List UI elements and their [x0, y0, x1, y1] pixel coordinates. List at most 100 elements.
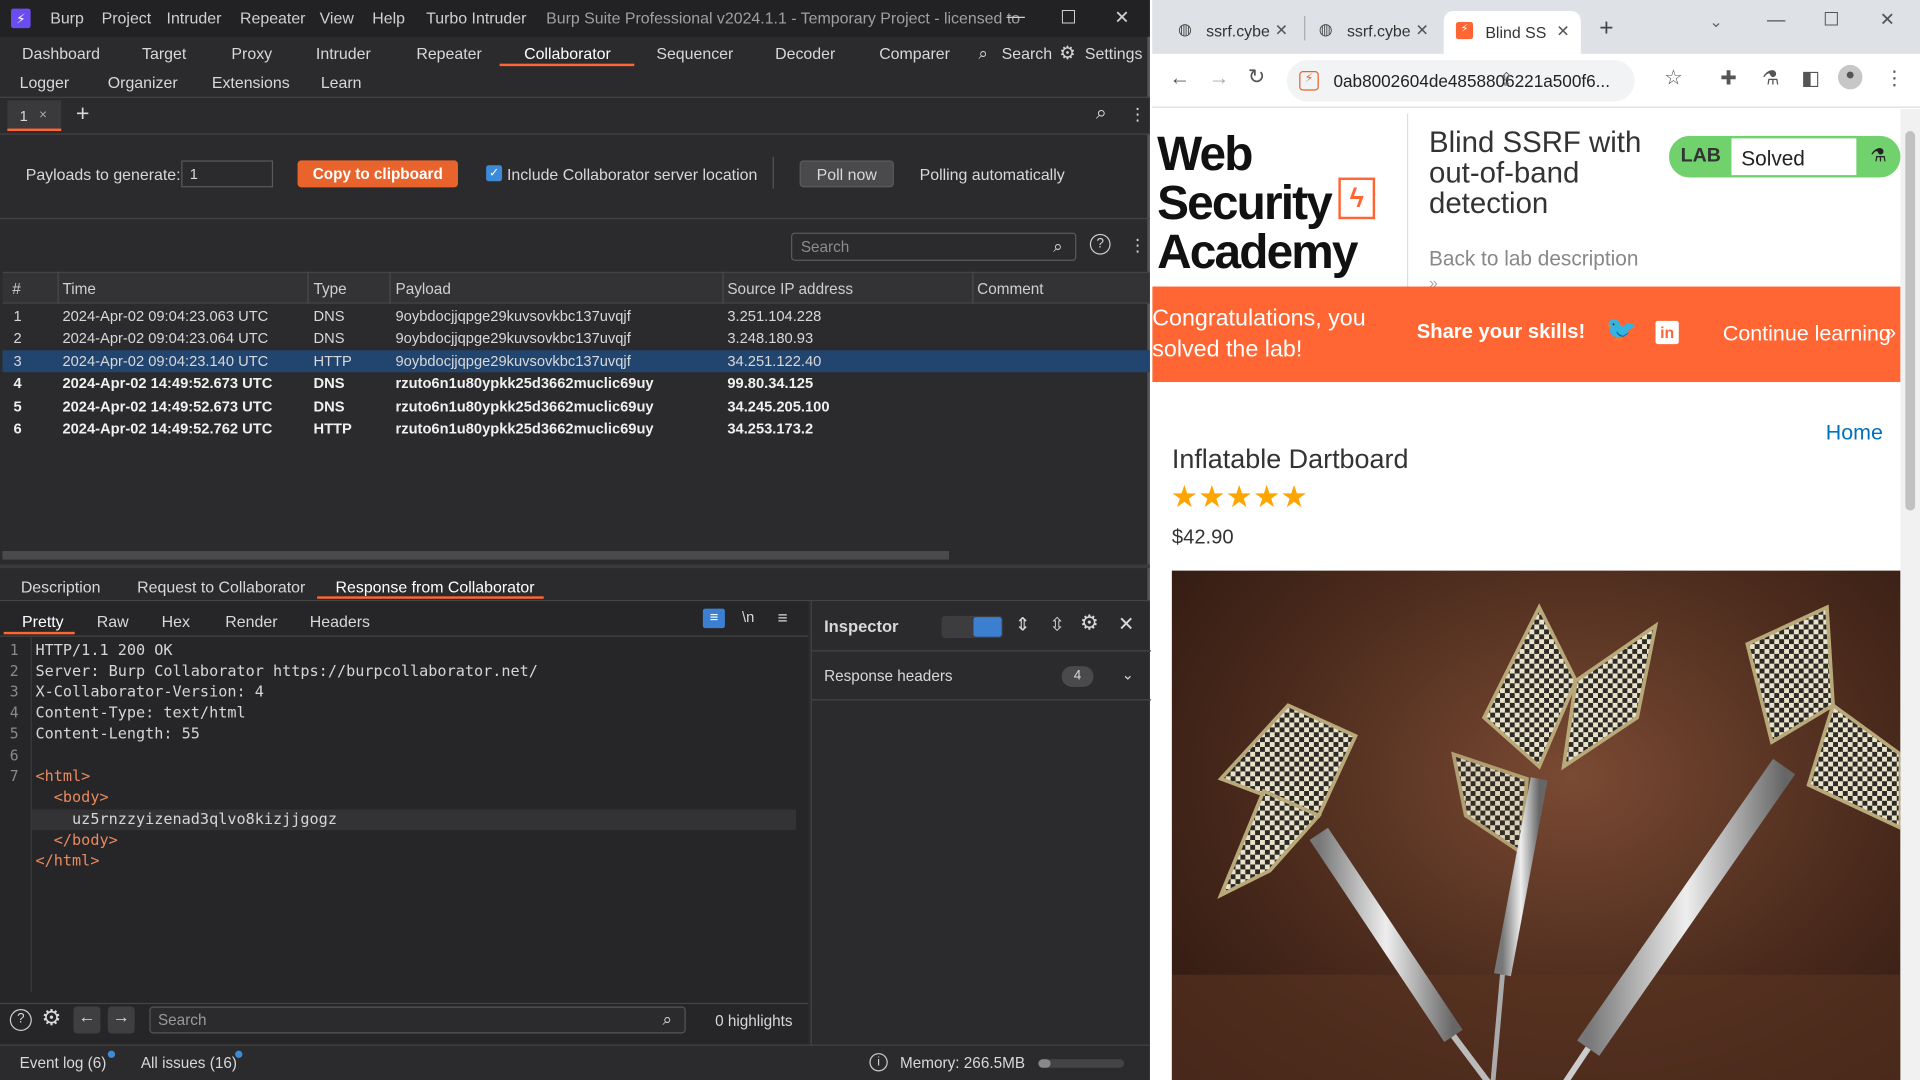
- view-tab-headers[interactable]: Headers: [310, 612, 370, 630]
- share-icon[interactable]: ⇪: [1499, 69, 1514, 91]
- tab-organizer[interactable]: Organizer: [108, 73, 178, 91]
- col-source-ip[interactable]: Source IP address: [727, 280, 853, 297]
- horizontal-scrollbar[interactable]: [2, 551, 949, 560]
- col-comment[interactable]: Comment: [977, 280, 1043, 297]
- tab-request[interactable]: Request to Collaborator: [137, 578, 305, 596]
- new-tab-icon[interactable]: +: [1599, 15, 1613, 43]
- tab-collaborator[interactable]: Collaborator: [524, 44, 611, 62]
- col-payload[interactable]: Payload: [396, 280, 451, 297]
- expand-all-icon[interactable]: ⇕: [1015, 613, 1030, 636]
- view-tab-pretty[interactable]: Pretty: [22, 612, 64, 630]
- pane-splitter[interactable]: [0, 564, 1150, 569]
- layout-toggle[interactable]: [941, 615, 1003, 638]
- response-headers-label[interactable]: Response headers: [824, 667, 952, 684]
- col-number[interactable]: #: [12, 280, 21, 297]
- close-icon[interactable]: ✕: [1114, 6, 1129, 28]
- payloads-input[interactable]: 1: [181, 160, 274, 188]
- maximize-icon[interactable]: ☐: [1060, 6, 1076, 28]
- more-icon[interactable]: ⋮: [1885, 66, 1905, 90]
- tab-learn[interactable]: Learn: [321, 73, 362, 91]
- menu-project[interactable]: Project: [102, 9, 152, 27]
- maximize-icon[interactable]: ☐: [1823, 9, 1839, 31]
- editor-search-input[interactable]: Search ⌕: [149, 1006, 686, 1034]
- browser-tab[interactable]: ◍ ssrf.cybe ✕: [1167, 12, 1294, 49]
- settings-label[interactable]: Settings: [1085, 44, 1143, 62]
- site-icon[interactable]: ⚡: [1299, 71, 1319, 91]
- continue-learning-link[interactable]: Continue learning: [1723, 321, 1891, 347]
- close-icon[interactable]: ✕: [1880, 9, 1895, 31]
- subtab-1[interactable]: 1 ×: [7, 100, 62, 132]
- forward-arrow-icon[interactable]: →: [1209, 66, 1230, 90]
- tab-dashboard[interactable]: Dashboard: [22, 44, 100, 62]
- gear-icon[interactable]: ⚙: [42, 1005, 62, 1031]
- search-icon[interactable]: ⌕: [978, 43, 988, 64]
- help-icon[interactable]: ?: [1089, 233, 1111, 255]
- minimize-icon[interactable]: —: [1007, 6, 1025, 27]
- sidebar-icon[interactable]: ◧: [1801, 66, 1820, 90]
- tab-logger[interactable]: Logger: [20, 73, 70, 91]
- browser-tab-active[interactable]: ⚡ Blind SS ✕: [1443, 11, 1581, 54]
- twitter-icon[interactable]: 🐦: [1605, 316, 1637, 345]
- menu-turbo-intruder[interactable]: Turbo Intruder: [426, 9, 526, 27]
- wrap-toggle-icon[interactable]: ≡: [702, 608, 725, 629]
- add-tab-icon[interactable]: +: [76, 102, 90, 129]
- vertical-scrollbar[interactable]: [1900, 108, 1920, 1080]
- forward-arrow-icon[interactable]: →: [107, 1006, 135, 1034]
- gear-icon[interactable]: ⚙: [1059, 42, 1075, 64]
- tab-intruder[interactable]: Intruder: [316, 44, 371, 62]
- tab-proxy[interactable]: Proxy: [231, 44, 272, 62]
- menu-help[interactable]: Help: [372, 9, 405, 27]
- copy-to-clipboard-button[interactable]: Copy to clipboard: [297, 160, 458, 188]
- tab-sequencer[interactable]: Sequencer: [656, 44, 733, 62]
- close-icon[interactable]: ✕: [1275, 21, 1288, 41]
- scrollbar-thumb[interactable]: [1905, 131, 1916, 511]
- view-tab-hex[interactable]: Hex: [162, 612, 190, 630]
- table-search-input[interactable]: Search ⌕: [791, 232, 1077, 261]
- table-row[interactable]: 2 2024-Apr-02 09:04:23.064 UTC DNS 9oybdocj…: [2, 327, 1149, 349]
- subtab-close-icon[interactable]: ×: [39, 108, 47, 123]
- include-location-checkbox[interactable]: ✓: [486, 165, 503, 182]
- view-tab-render[interactable]: Render: [225, 612, 277, 630]
- search-label[interactable]: Search: [1002, 44, 1052, 62]
- bookmark-star-icon[interactable]: ☆: [1664, 66, 1683, 90]
- back-arrow-icon[interactable]: ←: [73, 1006, 101, 1034]
- search-icon[interactable]: ⌕: [1096, 103, 1107, 125]
- back-to-lab-link[interactable]: Back to lab description: [1429, 247, 1638, 271]
- minimize-icon[interactable]: —: [1767, 10, 1785, 31]
- all-issues-link[interactable]: All issues (16): [141, 1054, 237, 1071]
- menu-intruder[interactable]: Intruder: [167, 9, 222, 27]
- close-icon[interactable]: ✕: [1556, 22, 1569, 42]
- tab-repeater[interactable]: Repeater: [416, 44, 481, 62]
- event-log-link[interactable]: Event log (6): [20, 1054, 107, 1071]
- newline-toggle-icon[interactable]: \n: [742, 609, 754, 626]
- tab-response[interactable]: Response from Collaborator: [336, 578, 535, 596]
- gear-icon[interactable]: ⚙: [1080, 611, 1099, 635]
- poll-now-button[interactable]: Poll now: [799, 160, 894, 188]
- more-icon[interactable]: ⋮: [1129, 104, 1146, 125]
- table-row[interactable]: 6 2024-Apr-02 14:49:52.762 UTC HTTP rzuto6n…: [2, 418, 1149, 440]
- linkedin-icon[interactable]: in: [1655, 320, 1679, 345]
- tab-comparer[interactable]: Comparer: [879, 44, 950, 62]
- tab-target[interactable]: Target: [142, 44, 186, 62]
- chevron-down-icon[interactable]: ⌄: [1122, 666, 1134, 683]
- menu-view[interactable]: View: [320, 9, 354, 27]
- info-icon[interactable]: i: [869, 1053, 888, 1072]
- menu-burp[interactable]: Burp: [50, 9, 84, 27]
- tab-description[interactable]: Description: [21, 578, 101, 596]
- table-row[interactable]: 5 2024-Apr-02 14:49:52.673 UTC DNS rzuto6n1…: [2, 396, 1149, 418]
- close-icon[interactable]: ✕: [1118, 612, 1134, 636]
- close-icon[interactable]: ✕: [1416, 21, 1429, 41]
- tab-search-icon[interactable]: ⌄: [1709, 12, 1722, 32]
- collapse-all-icon[interactable]: ⇳: [1049, 613, 1064, 636]
- extensions-icon[interactable]: ✚: [1720, 66, 1736, 90]
- view-tab-raw[interactable]: Raw: [97, 612, 129, 630]
- table-row-selected[interactable]: 3 2024-Apr-02 09:04:23.140 UTC HTTP 9oybdoc…: [2, 350, 1150, 373]
- flask-icon[interactable]: ⚗: [1762, 66, 1780, 90]
- tab-extensions[interactable]: Extensions: [212, 73, 290, 91]
- menu-repeater[interactable]: Repeater: [240, 9, 305, 27]
- col-type[interactable]: Type: [313, 280, 346, 297]
- table-row[interactable]: 1 2024-Apr-02 09:04:23.063 UTC DNS 9oybdocj…: [2, 305, 1149, 327]
- reload-icon[interactable]: ↻: [1248, 65, 1265, 89]
- help-icon[interactable]: ?: [9, 1008, 32, 1032]
- more-icon[interactable]: ⋮: [1129, 235, 1146, 256]
